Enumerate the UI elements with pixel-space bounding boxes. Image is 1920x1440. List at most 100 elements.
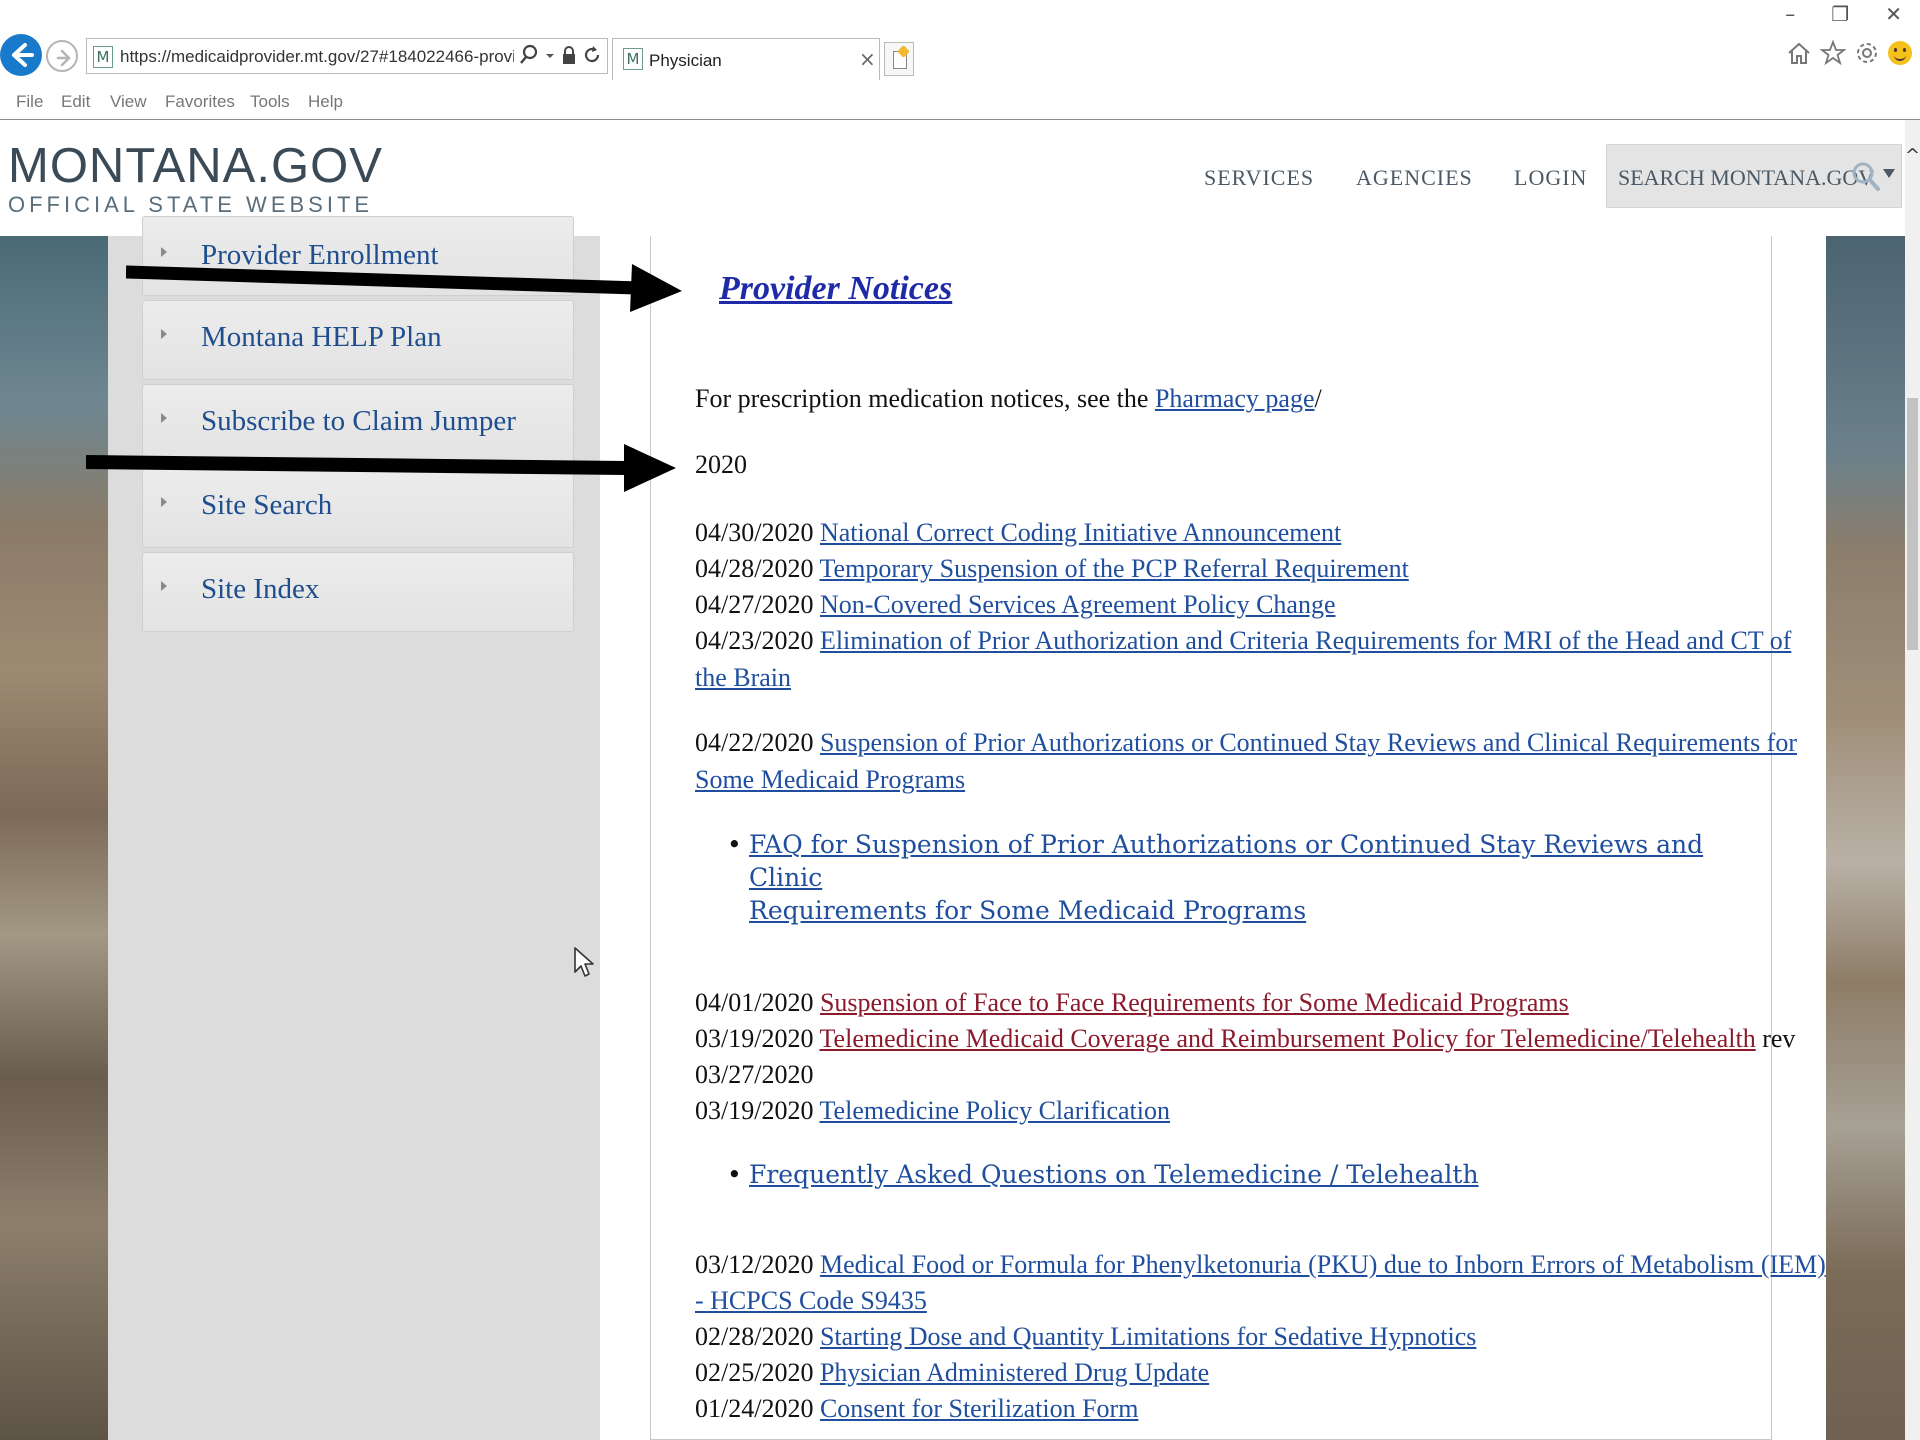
menu-view[interactable]: View bbox=[110, 92, 147, 112]
list-item-continuation: - HCPCS Code S9435 bbox=[695, 1282, 1755, 1319]
list-item: 02/25/2020 Physician Administered Drug U… bbox=[695, 1354, 1755, 1391]
notice-link[interactable]: Consent for Sterilization Form bbox=[820, 1394, 1138, 1423]
menu-help[interactable]: Help bbox=[308, 92, 343, 112]
address-bar[interactable]: M https://medicaidprovider.mt.gov/27#184… bbox=[86, 38, 608, 74]
restore-button[interactable]: ❐ bbox=[1831, 2, 1849, 26]
sidebar-item-label[interactable]: Site Index bbox=[201, 573, 319, 606]
notice-link[interactable]: - HCPCS Code S9435 bbox=[695, 1286, 927, 1315]
close-window-button[interactable]: ✕ bbox=[1885, 2, 1902, 26]
menu-tools[interactable]: Tools bbox=[250, 92, 290, 112]
scroll-up-icon[interactable]: ^ bbox=[1905, 146, 1920, 166]
notice-date: 04/22/2020 bbox=[695, 728, 814, 757]
menu-favorites[interactable]: Favorites bbox=[165, 92, 235, 112]
site-search-input[interactable]: SEARCH MONTANA.GOV bbox=[1606, 144, 1902, 208]
pharmacy-notice-text: For prescription medication notices, see… bbox=[695, 384, 1155, 413]
list-item: 04/28/2020 Temporary Suspension of the P… bbox=[695, 550, 1755, 587]
nav-services[interactable]: SERVICES bbox=[1204, 165, 1314, 191]
notice-revision-date: 03/27/2020 bbox=[695, 1060, 814, 1089]
menu-edit[interactable]: Edit bbox=[61, 92, 90, 112]
tab-title[interactable]: Physician bbox=[649, 51, 722, 71]
list-item: 03/12/2020 Medical Food or Formula for P… bbox=[695, 1246, 1826, 1283]
forward-arrow-icon bbox=[56, 49, 71, 67]
notice-date: 03/19/2020 bbox=[695, 1024, 814, 1053]
mouse-cursor-icon bbox=[574, 947, 594, 977]
notice-link[interactable]: the Brain bbox=[695, 663, 791, 692]
notice-link[interactable]: Physician Administered Drug Update bbox=[820, 1358, 1209, 1387]
notice-link[interactable]: Suspension of Prior Authorizations or Co… bbox=[820, 728, 1797, 757]
site-logo-tagline: OFFICIAL STATE WEBSITE bbox=[8, 192, 374, 217]
scrollbar-thumb[interactable] bbox=[1907, 398, 1918, 650]
back-button[interactable] bbox=[0, 34, 42, 76]
list-item: 04/22/2020 Suspension of Prior Authoriza… bbox=[695, 724, 1797, 761]
minimize-button[interactable]: – bbox=[1785, 2, 1795, 26]
nav-login[interactable]: LOGIN bbox=[1514, 165, 1587, 191]
notice-date: 03/19/2020 bbox=[695, 1096, 814, 1125]
faq-link[interactable]: FAQ for Suspension of Prior Authorizatio… bbox=[749, 830, 1703, 892]
list-item-continuation: Some Medicaid Programs bbox=[695, 761, 1755, 798]
notice-date: 04/28/2020 bbox=[695, 554, 814, 583]
notice-date: 04/30/2020 bbox=[695, 518, 814, 547]
forward-button[interactable] bbox=[46, 40, 78, 72]
home-icon[interactable] bbox=[1786, 40, 1812, 66]
chevron-down-icon[interactable] bbox=[1883, 169, 1895, 178]
bullet-dot: • bbox=[727, 830, 742, 859]
chevron-down-icon[interactable] bbox=[545, 48, 555, 66]
scrollbar[interactable] bbox=[1905, 120, 1920, 1440]
menu-file[interactable]: File bbox=[16, 92, 43, 112]
notice-link[interactable]: Medical Food or Formula for Phenylketonu… bbox=[820, 1250, 1826, 1279]
background-landscape-left bbox=[0, 236, 108, 1440]
faq-link-block: FAQ for Suspension of Prior Authorizatio… bbox=[749, 828, 1709, 927]
notice-date: 01/24/2020 bbox=[695, 1394, 814, 1423]
lock-icon[interactable] bbox=[561, 45, 577, 70]
arrow-annotation-icon bbox=[86, 444, 676, 492]
tab-physician[interactable]: M Physician × bbox=[612, 38, 880, 80]
search-icon[interactable] bbox=[519, 44, 539, 71]
sidebar-item-site-index[interactable]: Site Index bbox=[142, 552, 574, 632]
list-item: 04/23/2020 Elimination of Prior Authoriz… bbox=[695, 622, 1791, 659]
list-item: 04/27/2020 Non-Covered Services Agreemen… bbox=[695, 586, 1755, 623]
star-icon[interactable] bbox=[1820, 40, 1846, 66]
refresh-icon[interactable] bbox=[583, 45, 601, 70]
provider-notices-panel: Provider Notices For prescription medica… bbox=[650, 236, 1826, 1440]
notice-link[interactable]: Suspension of Face to Face Requirements … bbox=[820, 988, 1569, 1017]
notice-date: 04/01/2020 bbox=[695, 988, 814, 1017]
faq-link[interactable]: Requirements for Some Medicaid Programs bbox=[749, 896, 1306, 925]
notice-revision: rev bbox=[1755, 1024, 1796, 1053]
list-item: 04/01/2020 Suspension of Face to Face Re… bbox=[695, 984, 1755, 1021]
sidebar-item-label[interactable]: Montana HELP Plan bbox=[201, 321, 442, 354]
search-icon[interactable] bbox=[1851, 161, 1881, 193]
new-tab-button[interactable] bbox=[884, 42, 914, 76]
list-item: 04/30/2020 National Correct Coding Initi… bbox=[695, 514, 1755, 551]
list-item-continuation: 03/27/2020 bbox=[695, 1056, 1755, 1093]
notice-date: 02/28/2020 bbox=[695, 1322, 814, 1351]
smiley-icon[interactable] bbox=[1888, 41, 1912, 65]
site-logo[interactable]: MONTANA.GOV bbox=[8, 138, 383, 194]
notice-link[interactable]: Telemedicine Policy Clarification bbox=[819, 1096, 1170, 1125]
pharmacy-page-link[interactable]: Pharmacy page bbox=[1155, 384, 1315, 413]
faq-link[interactable]: Frequently Asked Questions on Telemedici… bbox=[749, 1160, 1479, 1189]
year-heading: 2020 bbox=[695, 450, 747, 479]
page-title[interactable]: Provider Notices bbox=[719, 270, 952, 308]
browser-toolbar bbox=[1786, 40, 1912, 66]
notice-date: 02/25/2020 bbox=[695, 1358, 814, 1387]
notice-link[interactable]: Some Medicaid Programs bbox=[695, 765, 965, 794]
pharmacy-notice-suffix: / bbox=[1314, 384, 1322, 413]
notice-link[interactable]: Non-Covered Services Agreement Policy Ch… bbox=[820, 590, 1336, 619]
sidebar: Provider Enrollment Montana HELP Plan Su… bbox=[108, 216, 600, 1440]
notice-link[interactable]: National Correct Coding Initiative Annou… bbox=[820, 518, 1341, 547]
notice-link[interactable]: Starting Dose and Quantity Limitations f… bbox=[820, 1322, 1476, 1351]
sidebar-item-label[interactable]: Subscribe to Claim Jumper bbox=[201, 405, 516, 438]
address-url[interactable]: https://medicaidprovider.mt.gov/27#18402… bbox=[120, 47, 514, 67]
pharmacy-notice: For prescription medication notices, see… bbox=[695, 384, 1322, 414]
close-icon[interactable]: × bbox=[859, 47, 876, 71]
nav-agencies[interactable]: AGENCIES bbox=[1356, 165, 1473, 191]
tab-favicon: M bbox=[623, 48, 643, 70]
notice-link[interactable]: Temporary Suspension of the PCP Referral… bbox=[819, 554, 1408, 583]
notice-link[interactable]: Elimination of Prior Authorization and C… bbox=[820, 626, 1791, 655]
caret-right-icon bbox=[161, 413, 167, 423]
site-search-placeholder: SEARCH MONTANA.GOV bbox=[1618, 165, 1875, 190]
notice-link[interactable]: Telemedicine Medicaid Coverage and Reimb… bbox=[819, 1024, 1755, 1053]
faq-link-block: Frequently Asked Questions on Telemedici… bbox=[749, 1158, 1709, 1191]
gear-icon[interactable] bbox=[1854, 40, 1880, 66]
site-favicon: M bbox=[93, 46, 113, 68]
